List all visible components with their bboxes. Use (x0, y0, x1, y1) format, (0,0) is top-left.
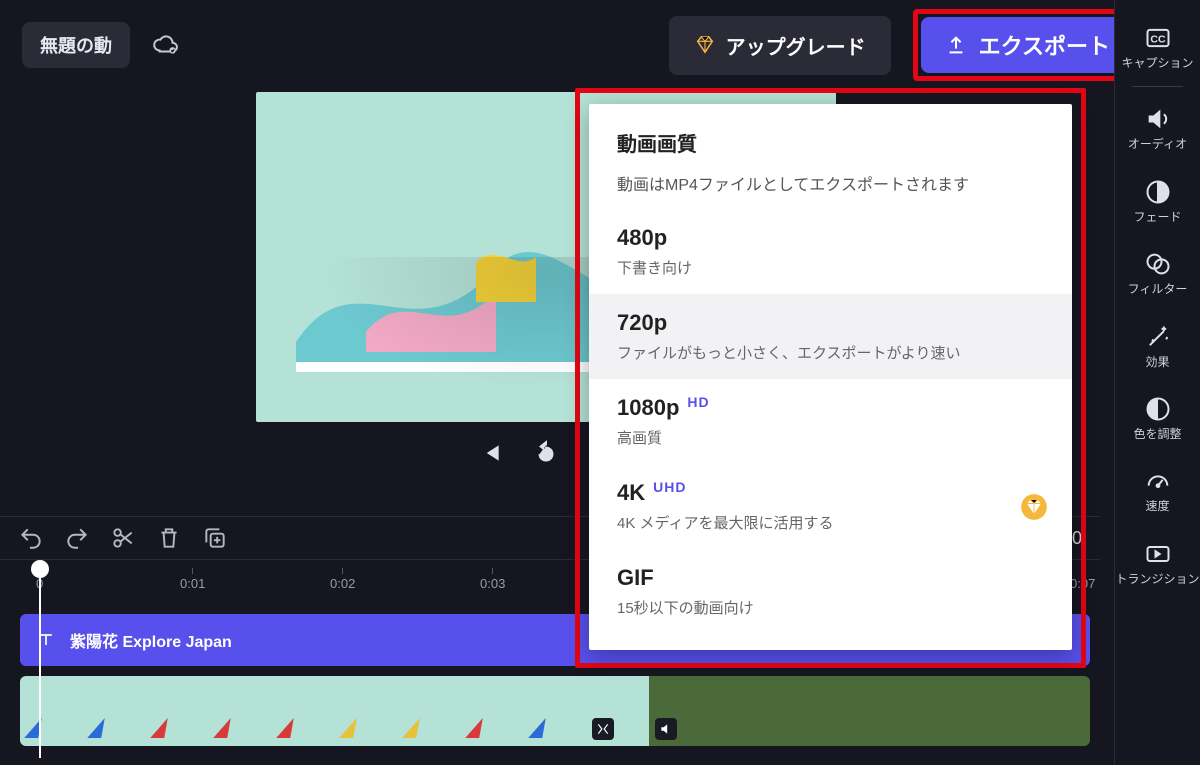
redo-button[interactable] (64, 525, 90, 551)
property-sidebar: CC キャプション オーディオ フェード フィルター 効果 色を調整 速度 トラ… (1114, 0, 1200, 765)
sidebar-label: キャプション (1121, 56, 1193, 70)
split-button[interactable] (110, 525, 136, 551)
video-clip[interactable] (20, 676, 1090, 746)
filter-icon (1144, 250, 1172, 278)
upgrade-button[interactable]: アップグレード (669, 16, 891, 75)
export-quality-panel: 動画画質 動画はMP4ファイルとしてエクスポートされます 480p 下書き向け … (589, 104, 1072, 650)
sidebar-label: フィルター (1128, 282, 1188, 296)
sidebar-item-filter[interactable]: フィルター (1115, 240, 1200, 308)
sidebar-item-fade[interactable]: フェード (1115, 168, 1200, 236)
hd-badge: HD (687, 394, 709, 410)
sidebar-label: トランジション (1115, 572, 1199, 586)
sidebar-label: 効果 (1145, 355, 1169, 369)
sidebar-label: フェード (1133, 210, 1181, 224)
export-panel-title: 動画画質 (617, 128, 1044, 157)
top-bar: 無題の動 アップグレード エクスポート (0, 0, 1200, 90)
export-option-gif[interactable]: GIF 15秒以下の動画向け (589, 549, 1072, 634)
sidebar-item-audio[interactable]: オーディオ (1115, 95, 1200, 163)
export-panel-subtitle: 動画はMP4ファイルとしてエクスポートされます (617, 171, 1044, 195)
sidebar-item-transition[interactable]: トランジション (1115, 530, 1200, 598)
sidebar-item-captions[interactable]: CC キャプション (1115, 14, 1200, 82)
gauge-icon (1144, 467, 1172, 495)
speaker-icon (1144, 105, 1172, 133)
export-option-720p[interactable]: 720p ファイルがもっと小さく、エクスポートがより速い (589, 294, 1072, 379)
sidebar-label: 速度 (1145, 499, 1169, 513)
mute-icon[interactable] (655, 718, 677, 740)
sidebar-label: 色を調整 (1133, 427, 1181, 441)
ruler-tick: 0:03 (480, 568, 505, 591)
export-option-1080p[interactable]: 1080pHD 高画質 (589, 379, 1072, 464)
uhd-badge: UHD (653, 479, 686, 495)
export-label: エクスポート (979, 29, 1110, 61)
delete-button[interactable] (156, 525, 182, 551)
svg-text:5: 5 (544, 450, 548, 459)
ruler-tick: 0:01 (180, 568, 205, 591)
rewind-5-button[interactable]: 5 (531, 438, 561, 468)
prev-frame-button[interactable] (475, 438, 505, 468)
export-option-4k[interactable]: 4KUHD 4K メディアを最大限に活用する (589, 464, 1072, 549)
contrast-icon (1144, 395, 1172, 423)
upload-icon (945, 34, 967, 56)
sidebar-item-effects[interactable]: 効果 (1115, 313, 1200, 381)
sidebar-item-speed[interactable]: 速度 (1115, 457, 1200, 525)
playhead[interactable] (30, 560, 50, 760)
diamond-icon (694, 34, 716, 56)
fade-icon (1144, 178, 1172, 206)
expand-icon[interactable] (592, 718, 614, 740)
project-title[interactable]: 無題の動 (22, 22, 130, 68)
export-option-480p[interactable]: 480p 下書き向け (589, 209, 1072, 294)
transition-icon (1144, 540, 1172, 568)
cc-icon: CC (1144, 24, 1172, 52)
sidebar-label: オーディオ (1128, 137, 1187, 151)
upgrade-label: アップグレード (726, 31, 866, 60)
svg-text:CC: CC (1150, 34, 1166, 46)
title-clip-label: 紫陽花 Explore Japan (70, 628, 232, 652)
duplicate-button[interactable] (202, 525, 228, 551)
ruler-tick: 0:02 (330, 568, 355, 591)
wand-icon (1144, 323, 1172, 351)
ruler-tick: 0:07 (1070, 568, 1095, 591)
cloud-sync-icon[interactable] (152, 32, 178, 58)
undo-button[interactable] (18, 525, 44, 551)
premium-diamond-icon (1020, 493, 1048, 521)
sidebar-item-color[interactable]: 色を調整 (1115, 385, 1200, 453)
